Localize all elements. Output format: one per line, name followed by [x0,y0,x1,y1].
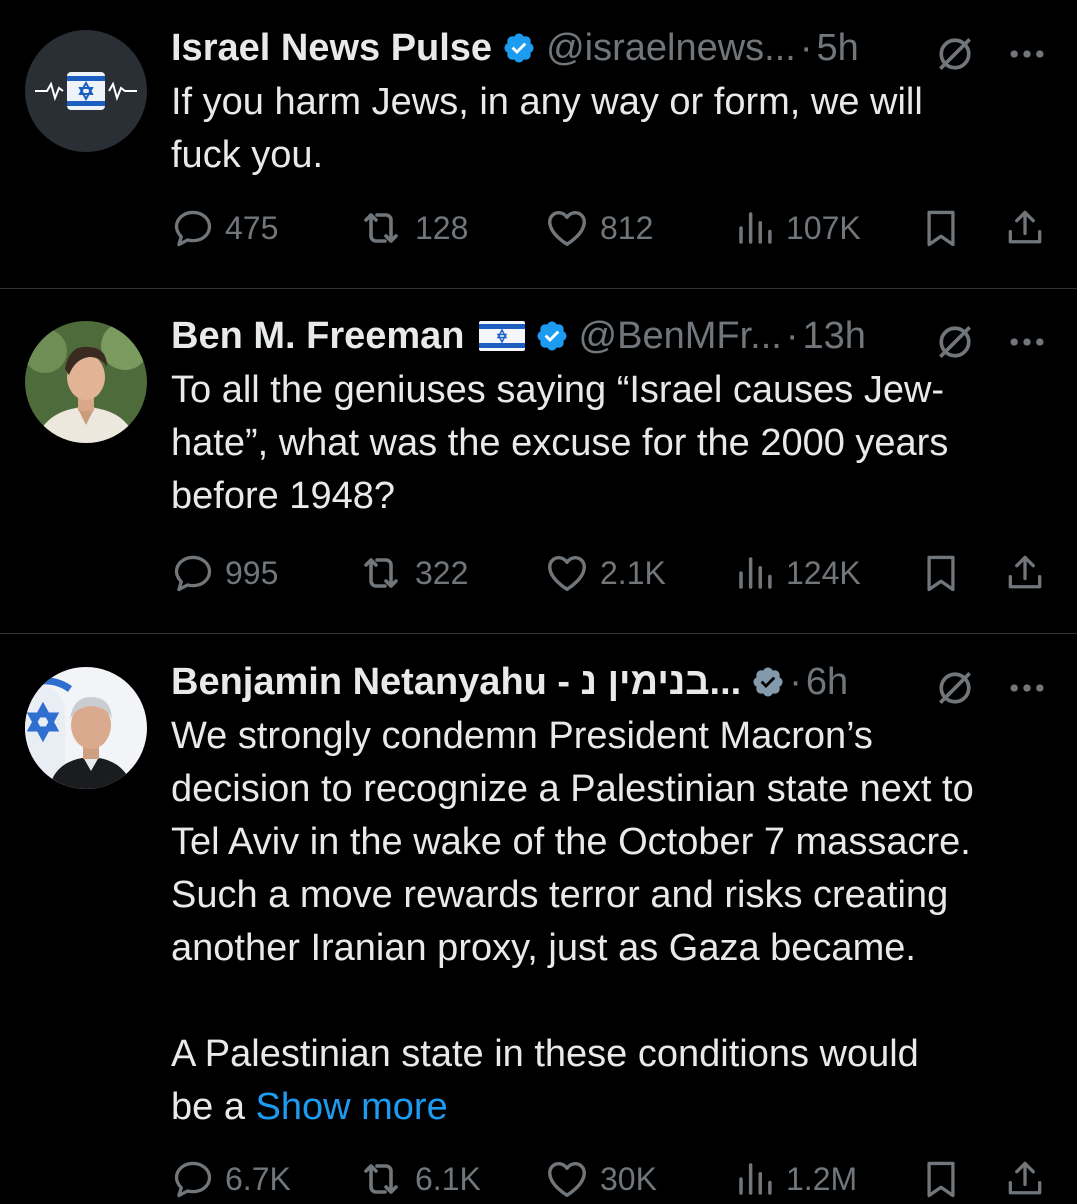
show-more-link[interactable]: Show more [256,1086,448,1128]
more-options-icon[interactable] [1005,320,1049,374]
bookmark-button[interactable] [919,206,963,250]
share-button[interactable] [1003,1157,1047,1201]
like-button[interactable]: 812 [544,205,653,251]
share-button[interactable] [1003,206,1047,250]
share-button[interactable] [1003,551,1047,595]
view-count: 124K [786,554,861,591]
heart-icon [544,1156,590,1202]
reply-icon [171,551,215,595]
reply-icon [171,206,215,250]
separator-dot: · [785,314,799,357]
view-count: 107K [786,209,861,246]
like-button[interactable]: 30K [544,1156,657,1202]
tweet-text: We strongly condemn President Macron’s d… [171,710,1049,1134]
tweet-text: To all the geniuses saying “Israel cause… [171,369,949,517]
views-button[interactable]: 1.2M [734,1158,857,1200]
verified-badge-icon[interactable] [535,319,569,353]
bookmark-icon [919,551,963,595]
avatar[interactable] [25,30,147,152]
share-icon [1003,551,1047,595]
reply-button[interactable]: 6.7K [171,1157,291,1201]
views-icon [734,207,776,249]
bookmark-button[interactable] [919,1157,963,1201]
tweet-body: We strongly condemn President Macron’s d… [171,715,974,1128]
israel-news-pulse-logo-icon [25,30,147,152]
reply-count: 6.7K [225,1160,291,1197]
like-count: 812 [600,209,654,246]
separator-dot: · [789,660,802,703]
repost-count: 128 [415,209,469,246]
avatar-photo-icon [25,667,147,789]
israel-flag-icon [478,321,525,351]
like-count: 2.1K [600,554,666,591]
repost-count: 322 [415,554,469,591]
repost-count: 6.1K [415,1160,481,1197]
author-name[interactable]: Benjamin Netanyahu - בנימין נ... [171,661,741,704]
avatar-photo-icon [25,321,147,443]
share-icon [1003,206,1047,250]
view-count: 1.2M [786,1160,858,1197]
reply-button[interactable]: 475 [171,206,278,250]
author-name[interactable]: Israel News Pulse [171,27,492,70]
like-count: 30K [600,1160,657,1197]
avatar[interactable] [25,321,147,443]
repost-icon [357,204,405,252]
views-button[interactable]: 107K [734,207,861,249]
author-handle[interactable]: @israelnews... [546,27,796,70]
repost-icon [357,549,405,597]
reply-count: 475 [225,209,279,246]
views-button[interactable]: 124K [734,552,861,594]
reply-count: 995 [225,554,279,591]
repost-button[interactable]: 322 [357,549,468,597]
separator-dot: · [799,26,813,69]
more-options-icon[interactable] [1005,32,1049,86]
heart-icon [544,205,590,251]
tweet-text: If you harm Jews, in any way or form, we… [171,81,923,176]
bookmark-button[interactable] [919,551,963,595]
timestamp[interactable]: 6h [806,661,848,704]
tweet[interactable]: Benjamin Netanyahu - בנימין נ... · 6h We… [0,634,1077,1200]
timestamp[interactable]: 5h [817,27,859,70]
repost-icon [357,1155,405,1203]
bookmark-icon [919,1157,963,1201]
grok-icon[interactable] [933,32,977,86]
views-icon [734,1158,776,1200]
author-name[interactable]: Ben M. Freeman [171,315,465,358]
reply-icon [171,1157,215,1201]
share-icon [1003,1157,1047,1201]
tweet[interactable]: Ben M. Freeman @BenMFr... · 13h To all t… [0,289,1077,634]
reply-button[interactable]: 995 [171,551,278,595]
grok-icon[interactable] [933,320,977,374]
tweet[interactable]: Israel News Pulse @israelnews... · 5h If… [0,0,1077,289]
author-handle[interactable]: @BenMFr... [579,315,782,358]
repost-button[interactable]: 6.1K [357,1155,481,1203]
grok-icon[interactable] [933,666,977,720]
verified-badge-icon[interactable] [502,31,536,65]
like-button[interactable]: 2.1K [544,550,666,596]
more-options-icon[interactable] [1005,666,1049,720]
bookmark-icon [919,206,963,250]
heart-icon [544,550,590,596]
timestamp[interactable]: 13h [802,315,865,358]
avatar[interactable] [25,667,147,789]
repost-button[interactable]: 128 [357,204,468,252]
verified-badge-icon[interactable] [751,665,785,699]
views-icon [734,552,776,594]
